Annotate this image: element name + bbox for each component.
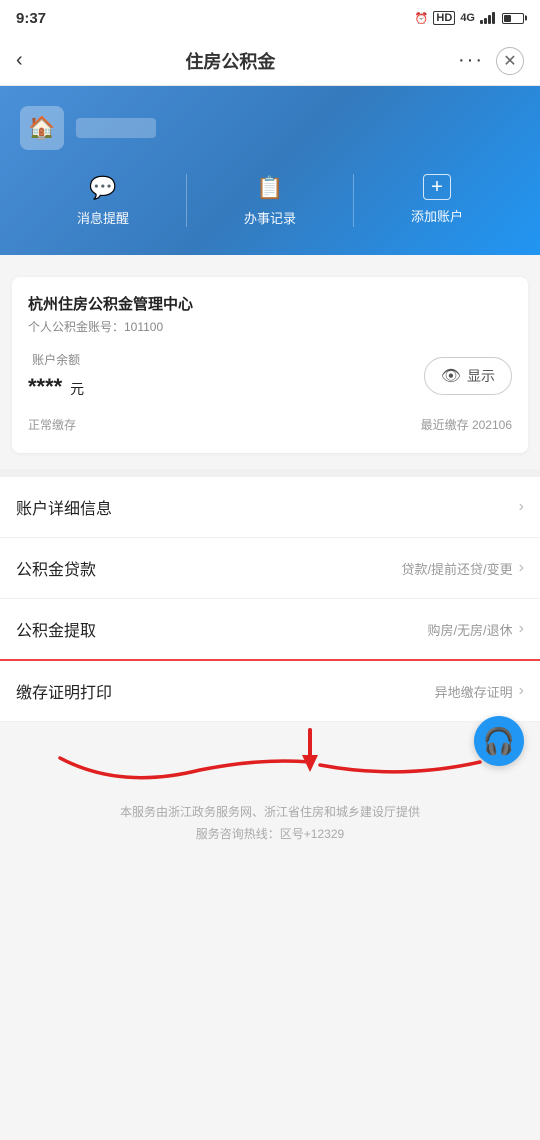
blue-header: 🏠 💬 消息提醒 📋 办事记录 + 添加账户 (0, 86, 540, 255)
page-title: 住房公积金 (3, 48, 458, 74)
account-card: 杭州住房公积金管理中心 个人公积金账号：101100 账户余额 **** 元 👁… (12, 277, 528, 453)
section-divider (0, 469, 540, 477)
account-detail-label: 账户详细信息 (16, 495, 112, 519)
certificate-chevron-icon: › (519, 682, 524, 700)
avatar: 🏠 (20, 106, 64, 150)
alarm-icon: ⏰ (415, 12, 429, 25)
message-label: 消息提醒 (77, 208, 129, 227)
certificate-label: 缴存证明打印 (16, 679, 112, 703)
message-action[interactable]: 💬 消息提醒 (20, 174, 187, 227)
menu-list: 账户详细信息 › 公积金贷款 贷款/提前还贷/变更 › 公积金提取 购房/无房/… (0, 477, 540, 722)
status-bar: 9:37 ⏰ HD 4G (0, 0, 540, 36)
loan-sub-label: 贷款/提前还贷/变更 (401, 559, 512, 578)
message-icon: 💬 (87, 174, 119, 202)
user-name-box (76, 118, 156, 138)
last-deposit: 最近缴存 202106 (421, 416, 512, 433)
add-account-icon: + (423, 174, 451, 200)
eye-icon: 👁 (441, 366, 461, 386)
withdraw-item[interactable]: 公积金提取 购房/无房/退休 › (0, 599, 540, 661)
close-icon: ✕ (503, 51, 516, 71)
account-detail-right: › (519, 498, 524, 516)
balance-section: 账户余额 **** 元 (28, 351, 84, 400)
account-detail-item[interactable]: 账户详细信息 › (0, 477, 540, 538)
avatar-icon: 🏠 (28, 115, 55, 141)
add-account-action[interactable]: + 添加账户 (354, 174, 520, 227)
balance-masked: **** (28, 374, 62, 399)
loan-chevron-icon: › (519, 559, 524, 577)
show-balance-button[interactable]: 👁 显示 (424, 357, 512, 395)
account-number: 个人公积金账号：101100 (28, 318, 512, 335)
loan-right: 贷款/提前还贷/变更 › (401, 559, 524, 578)
footer-line2: 服务咨询热线：区号+12329 (20, 824, 520, 846)
header-actions: 💬 消息提醒 📋 办事记录 + 添加账户 (20, 174, 520, 227)
account-org: 杭州住房公积金管理中心 (28, 293, 512, 314)
loan-label: 公积金贷款 (16, 556, 96, 580)
more-button[interactable]: ··· (458, 49, 484, 72)
withdraw-chevron-icon: › (519, 620, 524, 638)
history-action[interactable]: 📋 办事记录 (187, 174, 354, 227)
user-row: 🏠 (20, 106, 520, 150)
status-icons: ⏰ HD 4G (415, 11, 524, 25)
history-icon: 📋 (254, 174, 286, 202)
nav-actions: ··· ✕ (458, 47, 524, 75)
headset-icon: 🎧 (483, 726, 515, 757)
deposit-status: 正常缴存 (28, 416, 76, 433)
footer: 本服务由浙江政务服务网、浙江省住房和城乡建设厅提供 服务咨询热线：区号+1232… (0, 782, 540, 875)
loan-item[interactable]: 公积金贷款 贷款/提前还贷/变更 › (0, 538, 540, 599)
bottom-spacer: 🎧 (0, 722, 540, 782)
balance-unit: 元 (70, 381, 84, 397)
nav-bar: ‹ 住房公积金 ··· ✕ (0, 36, 540, 86)
balance-label: 账户余额 (28, 351, 84, 368)
hd-badge: HD (433, 11, 455, 25)
status-time: 9:37 (16, 10, 46, 27)
certificate-right: 异地缴存证明 › (435, 682, 524, 701)
battery-icon (502, 13, 524, 24)
close-button[interactable]: ✕ (496, 47, 524, 75)
network-badge: 4G (460, 12, 475, 24)
balance-display: **** 元 (28, 374, 84, 400)
signal-icon (480, 12, 495, 24)
customer-service-button[interactable]: 🎧 (474, 716, 524, 766)
balance-row: 账户余额 **** 元 👁 显示 (28, 351, 512, 400)
history-label: 办事记录 (244, 208, 296, 227)
certificate-sub-label: 异地缴存证明 (435, 682, 513, 701)
account-footer: 正常缴存 最近缴存 202106 (28, 416, 512, 433)
show-label: 显示 (467, 366, 495, 386)
chevron-icon: › (519, 498, 524, 516)
footer-line1: 本服务由浙江政务服务网、浙江省住房和城乡建设厅提供 (20, 802, 520, 824)
withdraw-sub-label: 购房/无房/退休 (427, 620, 512, 639)
add-account-label: 添加账户 (411, 206, 463, 225)
withdraw-right: 购房/无房/退休 › (427, 620, 524, 639)
certificate-item[interactable]: 缴存证明打印 异地缴存证明 › (0, 661, 540, 722)
withdraw-label: 公积金提取 (16, 617, 96, 641)
